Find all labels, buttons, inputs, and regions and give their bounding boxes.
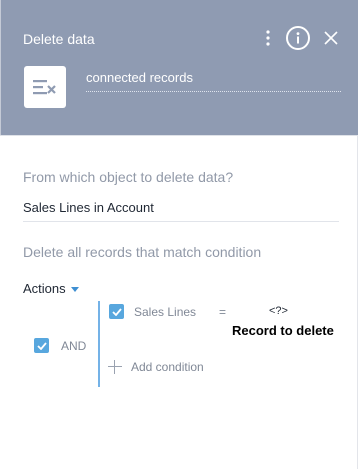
actions-menu[interactable]: Actions <box>23 281 79 296</box>
add-condition-button[interactable]: Add condition <box>108 360 204 374</box>
group-operator[interactable]: AND <box>61 339 86 353</box>
group-bracket <box>98 301 100 387</box>
divider <box>0 135 357 136</box>
group-checkbox[interactable] <box>34 338 49 353</box>
element-caption-field[interactable]: connected records <box>86 70 341 92</box>
caret-down-icon <box>70 287 79 292</box>
panel-header: Delete data connected records <box>0 0 358 135</box>
plus-icon <box>108 360 122 374</box>
checkmark-icon <box>36 341 47 350</box>
checkmark-icon <box>111 307 122 316</box>
source-object-label: From which object to delete data? <box>23 169 234 185</box>
add-condition-label: Add condition <box>131 360 204 374</box>
condition-operator[interactable]: = <box>219 305 226 319</box>
panel-title: Delete data <box>23 31 95 47</box>
condition-checkbox[interactable] <box>109 304 124 319</box>
info-icon[interactable] <box>286 26 310 50</box>
close-icon[interactable] <box>322 29 340 47</box>
tooltip-text: Record to delete <box>232 323 334 338</box>
more-vertical-icon[interactable] <box>260 27 276 49</box>
condition-field[interactable]: Sales Lines <box>134 305 196 319</box>
actions-label: Actions <box>23 281 66 296</box>
delete-records-icon <box>24 66 66 108</box>
condition-value[interactable]: <?> <box>269 305 288 317</box>
process-element-panel: Delete data connected records From which… <box>0 0 358 469</box>
header-actions <box>260 26 340 50</box>
source-object-field[interactable]: Sales Lines in Account <box>23 200 339 222</box>
condition-label: Delete all records that match condition <box>23 244 262 260</box>
